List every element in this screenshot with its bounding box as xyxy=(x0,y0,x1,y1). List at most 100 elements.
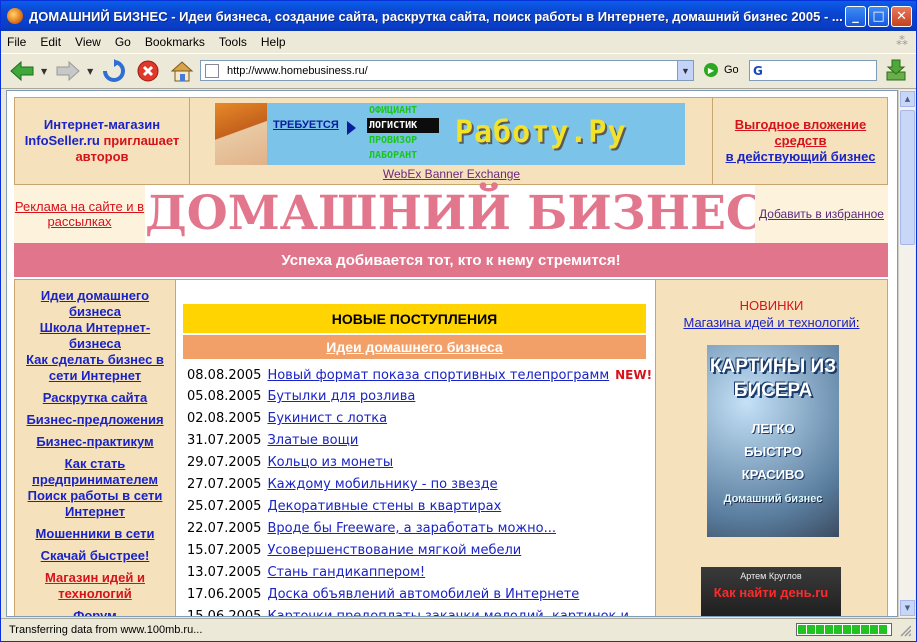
investment-ad[interactable]: Выгодное вложение средств в действующий … xyxy=(713,98,888,184)
news-link[interactable]: Доска объявлений автомобилей в Интернете xyxy=(267,587,579,602)
menu-file[interactable]: File xyxy=(7,35,26,49)
left-menu-item[interactable]: Форум xyxy=(15,608,175,616)
go-button[interactable]: ▶ Go xyxy=(704,63,739,77)
left-menu-item[interactable]: Бизнес-практикум xyxy=(15,434,175,450)
scroll-up-icon[interactable]: ▲ xyxy=(900,91,915,107)
ideas-link[interactable]: Идеи домашнего бизнеса xyxy=(183,335,646,359)
title-bar[interactable]: ДОМАШНИЙ БИЗНЕС - Идеи бизнеса, создание… xyxy=(1,1,916,31)
progress-segment xyxy=(861,625,869,634)
progress-segment xyxy=(834,625,842,634)
banner-option: ЛОГИСТИК xyxy=(367,118,439,133)
url-dropdown-icon[interactable]: ▼ xyxy=(677,61,693,80)
shop-link[interactable]: Магазина идей и технологий: xyxy=(656,315,887,330)
book1-line: БЫСТРО xyxy=(744,444,802,459)
book1-lines: ЛЕГКО БЫСТРО КРАСИВО xyxy=(707,417,839,486)
menu-view[interactable]: View xyxy=(75,35,101,49)
scroll-down-icon[interactable]: ▼ xyxy=(900,600,915,616)
reload-button[interactable] xyxy=(99,57,129,85)
scroll-thumb[interactable] xyxy=(900,110,915,245)
left-menu-item[interactable]: Поиск работы в сети Интернет xyxy=(15,488,175,520)
stop-button[interactable] xyxy=(133,57,163,85)
worker-image xyxy=(215,103,267,165)
banner-exchange-link[interactable]: WebEx Banner Exchange xyxy=(190,167,713,181)
news-row: 31.07.2005 Златые вощи xyxy=(187,430,653,452)
news-list: 08.08.2005 Новый формат показа спортивных… xyxy=(187,364,653,617)
menu-go[interactable]: Go xyxy=(115,35,131,49)
left-menu-item[interactable]: Бизнес-предложения xyxy=(15,412,175,428)
news-link[interactable]: Усовершенствование мягкой мебели xyxy=(267,543,521,558)
infoseller-line2b: приглашает xyxy=(99,133,180,148)
menu-bookmarks[interactable]: Bookmarks xyxy=(145,35,205,49)
news-date: 31.07.2005 xyxy=(187,433,262,448)
progress-bar xyxy=(796,623,892,636)
add-favorites-link[interactable]: Добавить в избранное xyxy=(755,185,888,243)
forward-button[interactable] xyxy=(53,57,83,85)
book1-line: ЛЕГКО xyxy=(751,421,795,436)
banner-option: ПРОВИЗОР xyxy=(369,135,418,146)
news-link[interactable]: Златые вощи xyxy=(267,433,358,448)
news-link[interactable]: Стань гандикаппером! xyxy=(267,565,425,580)
news-link[interactable]: Кольцо из монеты xyxy=(267,455,393,470)
back-dropdown-icon[interactable]: ▼ xyxy=(41,67,47,76)
menu-edit[interactable]: Edit xyxy=(40,35,61,49)
rabotu-banner[interactable]: ТРЕБУЕТСЯ ОФИЦИАНТ ЛОГИСТИК ПРОВИЗОР ЛАБ… xyxy=(215,103,685,165)
status-text: Transferring data from www.100mb.ru... xyxy=(9,624,203,636)
browser-window: ДОМАШНИЙ БИЗНЕС - Идеи бизнеса, создание… xyxy=(0,0,917,642)
forward-dropdown-icon[interactable]: ▼ xyxy=(87,67,93,76)
news-date: 17.06.2005 xyxy=(187,587,262,602)
maximize-button[interactable]: □ xyxy=(868,6,889,27)
left-menu-item[interactable]: Мошенники в сети xyxy=(15,526,175,542)
go-icon: ▶ xyxy=(704,63,718,77)
left-menu-item[interactable]: Раскрутка сайта xyxy=(15,390,175,406)
left-menu-item[interactable]: Идеи домашнего бизнеса xyxy=(15,288,175,320)
menu-help[interactable]: Help xyxy=(261,35,286,49)
progress-segment xyxy=(843,625,851,634)
news-link[interactable]: Декоративные стены в квартирах xyxy=(267,499,501,514)
left-menu-item[interactable]: Школа Интернет-бизнеса xyxy=(15,320,175,352)
news-row: 05.08.2005 Бутылки для розлива xyxy=(187,386,653,408)
home-button[interactable] xyxy=(167,57,197,85)
news-date: 22.07.2005 xyxy=(187,521,262,536)
minimize-button[interactable]: _ xyxy=(845,6,866,27)
book-beads-cover[interactable]: КАРТИНЫ ИЗ БИСЕРА ЛЕГКО БЫСТРО КРАСИВО Д… xyxy=(707,345,839,537)
news-date: 02.08.2005 xyxy=(187,411,262,426)
news-row: 08.08.2005 Новый формат показа спортивных… xyxy=(187,364,653,386)
progress-segment xyxy=(852,625,860,634)
news-link[interactable]: Карточки предоплаты закачки мелодий, кар… xyxy=(267,609,629,616)
left-menu-item[interactable]: Как стать предпринимателем xyxy=(15,456,175,488)
banner-option: ЛАБОРАНТ xyxy=(369,150,418,161)
search-input[interactable]: G xyxy=(749,60,877,81)
web-page: Интернет-магазин InfoSeller.ru приглашае… xyxy=(6,90,898,617)
advertise-link[interactable]: Реклама на сайте и в рассылках xyxy=(14,185,145,243)
news-link[interactable]: Букинист с лотка xyxy=(267,411,387,426)
left-menu-item[interactable]: Скачай быстрее! xyxy=(15,548,175,564)
news-date: 15.06.2005 xyxy=(187,609,262,617)
back-button[interactable] xyxy=(7,57,37,85)
download-icon[interactable] xyxy=(885,58,907,82)
news-link[interactable]: Новый формат показа спортивных телепрогр… xyxy=(267,368,609,383)
vertical-scrollbar[interactable]: ▲ ▼ xyxy=(898,90,915,617)
progress-segment xyxy=(825,625,833,634)
close-button[interactable]: ✕ xyxy=(891,6,912,27)
news-link[interactable]: Бутылки для розлива xyxy=(267,389,415,404)
news-row: 15.06.2005 Карточки предоплаты закачки ме… xyxy=(187,606,653,617)
book-money-cover[interactable]: Артем Круглов Как найти день.ru xyxy=(701,567,841,616)
banner-request: ТРЕБУЕТСЯ xyxy=(273,119,339,131)
google-icon: G xyxy=(753,63,763,78)
status-bar: Transferring data from www.100mb.ru... xyxy=(1,618,916,641)
book1-line: КРАСИВО xyxy=(741,467,805,482)
address-bar[interactable]: http://www.homebusiness.ru/ ▼ xyxy=(200,60,694,81)
news-row: 25.07.2005 Декоративные стены в квартирах xyxy=(187,496,653,518)
menu-tools[interactable]: Tools xyxy=(219,35,247,49)
left-menu-item[interactable]: Как сделать бизнес в сети Интернет xyxy=(15,352,175,384)
resize-grip-icon xyxy=(900,625,911,637)
left-menu-item[interactable]: Магазин идей и технологий xyxy=(15,570,175,602)
banner-option: ОФИЦИАНТ xyxy=(369,105,418,116)
news-date: 15.07.2005 xyxy=(187,543,262,558)
news-link[interactable]: Каждому мобильнику - по звезде xyxy=(267,477,497,492)
progress-segment xyxy=(816,625,824,634)
progress-segment xyxy=(807,625,815,634)
news-link[interactable]: Вроде бы Freeware, а заработать можно... xyxy=(267,521,556,536)
new-badge: NEW! xyxy=(615,368,653,382)
infoseller-ad[interactable]: Интернет-магазин InfoSeller.ru приглашае… xyxy=(15,98,190,184)
